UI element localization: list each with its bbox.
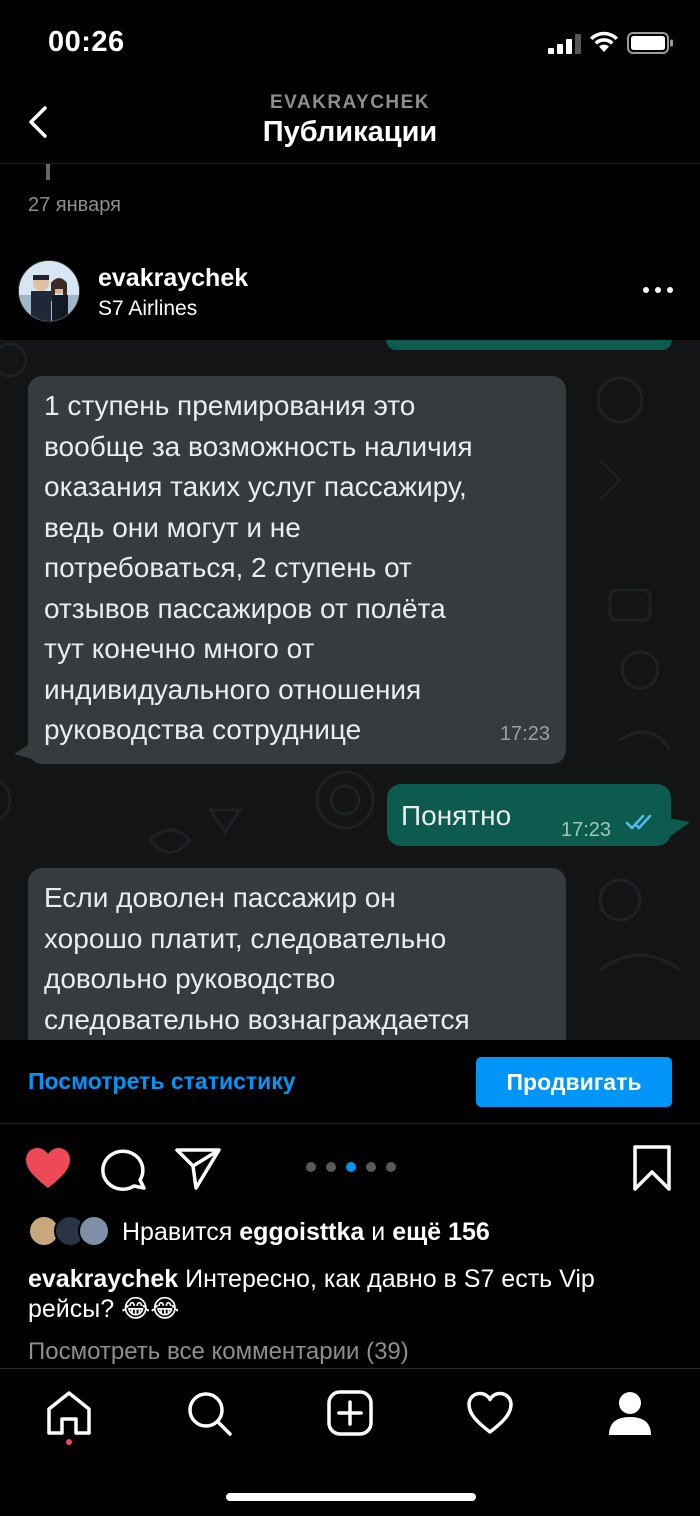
message-time: 17:23 [561, 819, 612, 841]
message-line: отзывов пассажиров от полёта [44, 592, 446, 624]
message-time: 17:23 [499, 722, 550, 745]
tab-bar [0, 1368, 700, 1516]
insights-row: Посмотреть статистику Продвигать [0, 1040, 700, 1124]
bookmark-icon[interactable] [632, 1144, 672, 1192]
message-line: индивидуального отношения [44, 673, 422, 705]
message-line: руководства сотруднице [44, 714, 362, 745]
bubble-tail [668, 818, 690, 838]
likes-row[interactable]: Нравится eggoisttka и ещё 156 [0, 1212, 700, 1256]
carousel-dot-active [346, 1162, 356, 1172]
home-icon[interactable] [45, 1389, 93, 1437]
post-header: evakraychek S7 Airlines [0, 250, 700, 340]
view-insights-link[interactable]: Посмотреть статистику [28, 1068, 296, 1095]
carousel-dot [306, 1162, 316, 1172]
post-actions [0, 1124, 700, 1212]
notification-dot [66, 1439, 72, 1445]
previous-outgoing-bubble [386, 340, 672, 350]
status-bar: 00:26 [0, 0, 700, 88]
outgoing-message: Понятно 17:23 [387, 784, 671, 846]
promote-button[interactable]: Продвигать [476, 1057, 672, 1107]
likes-and: и [371, 1218, 386, 1246]
message-line: потребоваться, 2 ступень от [44, 552, 412, 583]
incoming-message: 1 ступень премирования это вообще за воз… [28, 376, 566, 764]
post-image[interactable]: 1 ступень премирования это вообще за воз… [0, 340, 700, 1040]
header-username: EVAKRAYCHEK [269, 92, 431, 113]
post-username[interactable]: evakraychek [98, 264, 248, 293]
page-title: Публикации [262, 116, 438, 148]
liker-avatar [78, 1215, 110, 1247]
likes-text: Нравится eggoisttka и ещё 156 [122, 1218, 490, 1247]
message-line: следовательно вознаграждается [44, 1003, 470, 1035]
carousel-dot [366, 1162, 376, 1172]
message-line: ведь они могут и не [44, 511, 301, 543]
likes-count[interactable]: ещё 156 [392, 1218, 490, 1246]
carousel-dot [386, 1162, 396, 1172]
new-post-icon[interactable] [326, 1389, 374, 1437]
profile-icon[interactable] [606, 1389, 654, 1437]
activity-heart-icon[interactable] [466, 1389, 514, 1437]
liker-username[interactable]: eggoisttka [239, 1218, 364, 1246]
incoming-message: Если доволен пассажир он хорошо платит, … [28, 868, 566, 1040]
message-line: 1 ступень премирования это [44, 390, 416, 421]
likes-prefix: Нравится [122, 1218, 233, 1246]
message-line: тут конечно много от [44, 633, 315, 664]
comment-icon[interactable] [100, 1146, 148, 1192]
avatar[interactable] [18, 260, 80, 322]
caption-username[interactable]: evakraychek [28, 1265, 178, 1293]
message-line: оказания таких услуг пассажиру, [44, 471, 467, 502]
like-heart-icon[interactable] [24, 1146, 72, 1190]
search-icon[interactable] [185, 1389, 233, 1437]
more-options-icon[interactable] [640, 278, 676, 302]
carousel-dot [326, 1162, 336, 1172]
message-text: Понятно [401, 800, 512, 831]
previous-post-date: 27 января [28, 194, 121, 216]
status-time: 00:26 [48, 26, 125, 58]
message-line: Если доволен пассажир он [44, 882, 396, 913]
home-indicator [226, 1493, 476, 1501]
post-caption: evakraychek Интересно, как давно в S7 ес… [28, 1264, 668, 1324]
post-location[interactable]: S7 Airlines [98, 297, 197, 321]
message-line: хорошо платит, следовательно [44, 922, 447, 954]
wifi-icon [590, 31, 618, 52]
message-line: довольно руководство [44, 963, 336, 994]
share-send-icon[interactable] [174, 1146, 222, 1190]
battery-icon [627, 32, 673, 54]
carousel-indicator [306, 1162, 396, 1174]
cellular-signal-icon [548, 34, 581, 54]
read-receipt-icon [625, 814, 652, 830]
view-comments-link[interactable]: Посмотреть все комментарии (39) [28, 1338, 409, 1366]
nav-header: EVAKRAYCHEK Публикации [0, 88, 700, 164]
message-line: вообще за возможность наличия [44, 430, 473, 462]
